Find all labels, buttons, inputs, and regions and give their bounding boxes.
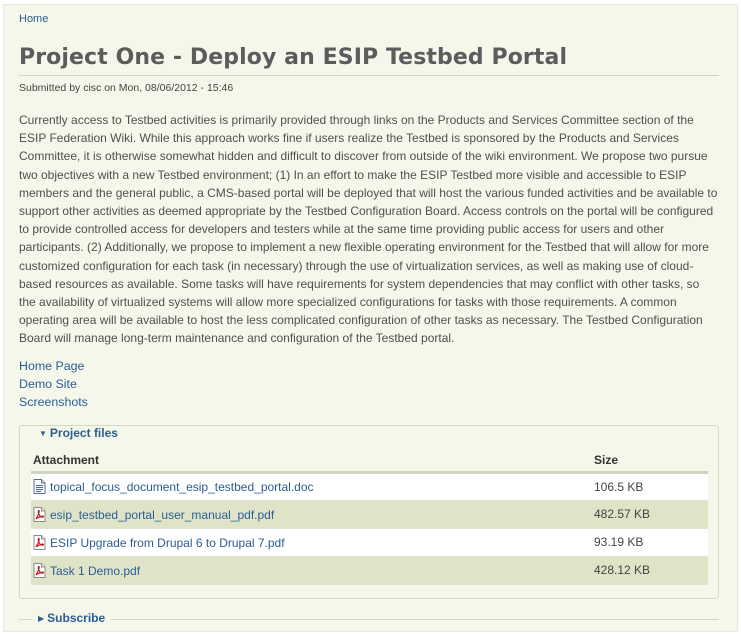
home-page-link[interactable]: Home Page	[19, 357, 88, 375]
attachment-cell: ESIP Upgrade from Drupal 6 to Drupal 7.p…	[31, 528, 592, 557]
attachment-link[interactable]: Task 1 Demo.pdf	[50, 564, 140, 578]
table-row: topical_focus_document_esip_testbed_port…	[31, 472, 708, 501]
size-cell: 428.12 KB	[592, 556, 708, 585]
submitted-info: Submitted by cisc on Mon, 08/06/2012 - 1…	[19, 82, 234, 94]
table-row: ESIP Upgrade from Drupal 6 to Drupal 7.p…	[31, 528, 708, 557]
size-column-header: Size	[592, 450, 708, 474]
project-files-fieldset: ▼ Project files Attachment Size topical_…	[19, 425, 719, 599]
attachment-link[interactable]: topical_focus_document_esip_testbed_port…	[50, 480, 314, 494]
attachment-link[interactable]: ESIP Upgrade from Drupal 6 to Drupal 7.p…	[50, 536, 285, 550]
demo-site-link[interactable]: Demo Site	[19, 375, 88, 393]
attachment-link[interactable]: esip_testbed_portal_user_manual_pdf.pdf	[50, 508, 274, 522]
node-links: Home Page Demo Site Screenshots	[19, 357, 88, 411]
size-cell: 482.57 KB	[592, 500, 708, 529]
node-body: Currently access to Testbed activities i…	[19, 113, 718, 346]
project-files-legend: Project files	[49, 426, 118, 440]
size-cell: 93.19 KB	[592, 528, 708, 557]
project-files-toggle[interactable]: ▼ Project files	[34, 426, 123, 440]
page-content: Home Project One - Deploy an ESIP Testbe…	[3, 4, 738, 632]
subscribe-legend: Subscribe	[47, 611, 106, 625]
attachment-cell: esip_testbed_portal_user_manual_pdf.pdf	[31, 500, 592, 529]
pdf-file-icon	[33, 562, 46, 578]
subscribe-fieldset: ▶ Subscribe	[19, 611, 719, 633]
triangle-right-icon: ▶	[38, 614, 45, 623]
attachment-column-header: Attachment	[31, 450, 592, 474]
title-divider	[19, 75, 719, 76]
pdf-file-icon	[33, 534, 46, 550]
table-header-row: Attachment Size	[31, 450, 708, 474]
subscribe-toggle[interactable]: ▶ Subscribe	[33, 611, 111, 625]
triangle-down-icon: ▼	[39, 429, 47, 438]
attachment-cell: Task 1 Demo.pdf	[31, 556, 592, 585]
breadcrumb-home-link[interactable]: Home	[19, 13, 48, 25]
page-title: Project One - Deploy an ESIP Testbed Por…	[19, 45, 568, 70]
table-row: esip_testbed_portal_user_manual_pdf.pdf …	[31, 500, 708, 529]
screenshots-link[interactable]: Screenshots	[19, 393, 88, 411]
table-row: Task 1 Demo.pdf 428.12 KB	[31, 556, 708, 585]
size-cell: 106.5 KB	[592, 472, 708, 501]
attachment-cell: topical_focus_document_esip_testbed_port…	[31, 472, 592, 501]
attachments-table: Attachment Size topical_focus_document_e…	[31, 450, 708, 585]
doc-file-icon	[33, 479, 46, 494]
pdf-file-icon	[33, 506, 46, 522]
